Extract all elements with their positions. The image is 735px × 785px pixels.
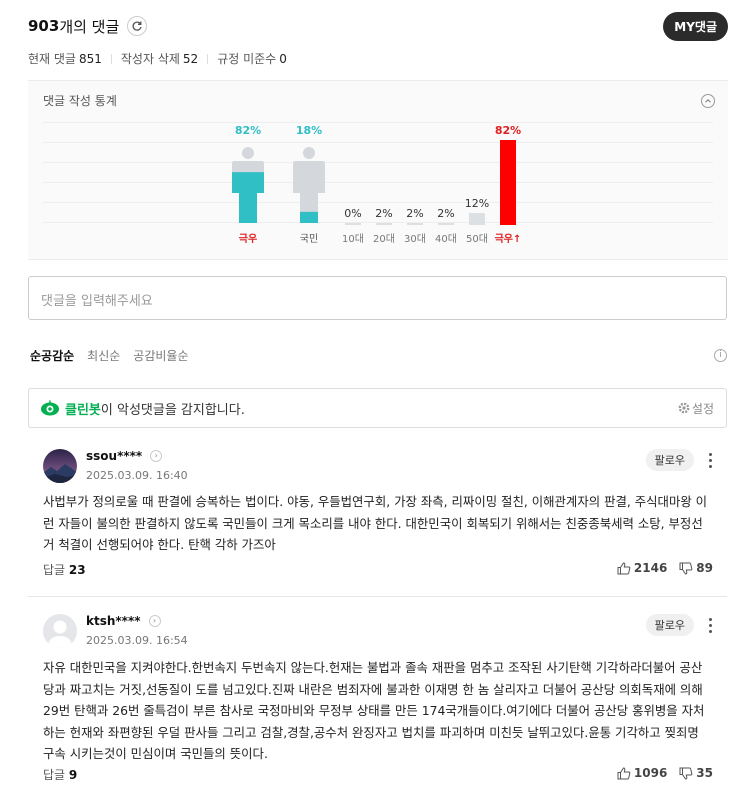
current-label: 현재 댓글	[28, 52, 76, 66]
reply-button[interactable]: 답글 23	[43, 561, 86, 578]
avatar[interactable]	[43, 614, 77, 648]
comment-divider	[28, 596, 727, 597]
more-options-icon[interactable]	[708, 616, 712, 634]
reply-button[interactable]: 답글 9	[43, 766, 77, 783]
gender-label-2: 국민	[299, 234, 319, 245]
cleanbot-banner: 클린봇 이 악성댓글을 감지합니다. 설정	[28, 388, 727, 428]
comment-title: 개의 댓글	[59, 17, 120, 36]
comment-item: ssou**** › 2025.03.09. 16:40 팔로우 사법부가 정의…	[28, 449, 727, 579]
divider	[207, 53, 209, 64]
gridline	[43, 202, 713, 203]
gridline	[43, 162, 713, 163]
gender-pct-1: 82%	[234, 124, 262, 137]
comment-stats-panel: 댓글 작성 통계 82% 극우 18% 국민 0% 10대 2% 20대 2% 30대 2%…	[28, 80, 728, 260]
age-bar	[345, 223, 361, 225]
comment-summary: 현재 댓글 851 작성자 삭제 52 규정 미준수 0	[28, 50, 287, 67]
deleted-value: 52	[182, 51, 199, 66]
username-text: ssou****	[86, 449, 143, 463]
comment-header: 903 개의 댓글	[28, 12, 148, 40]
like-count: 2146	[633, 561, 668, 575]
comment-count: 903	[28, 17, 60, 35]
cleanbot-message: 이 악성댓글을 감지합니다.	[100, 402, 245, 418]
divider	[110, 53, 112, 64]
username[interactable]: ssou**** ›	[86, 449, 163, 463]
gridline	[43, 142, 713, 143]
more-options-icon[interactable]	[708, 451, 712, 469]
dislike-count: 35	[696, 766, 713, 780]
thumbs-up-icon	[617, 561, 631, 574]
gender-label-1: 극우	[238, 234, 258, 245]
sort-tab-sympathy[interactable]: 순공감순	[30, 347, 74, 364]
follow-button[interactable]: 팔로우	[645, 614, 694, 636]
info-icon[interactable]: i	[714, 349, 727, 362]
username[interactable]: ktsh**** ›	[86, 614, 161, 628]
collapse-icon[interactable]	[701, 94, 715, 108]
comment-date: 2025.03.09. 16:40	[86, 469, 188, 482]
reply-count: 9	[68, 768, 78, 782]
age-label: 극우↑	[494, 234, 522, 245]
username-text: ktsh****	[86, 614, 141, 628]
gear-icon	[678, 402, 690, 414]
comment-text: 자유 대한민국을 지켜야한다.한번속지 두번속지 않는다.헌재는 불법과 졸속 …	[43, 660, 705, 761]
my-comments-button[interactable]: MY댓글	[663, 12, 728, 41]
age-bar	[469, 212, 485, 225]
cleanbot-setting-button[interactable]: 설정	[678, 400, 714, 417]
gridline	[43, 122, 713, 123]
setting-label: 설정	[691, 401, 714, 416]
comment-text: 사법부가 정의로울 때 판결에 승복하는 법이다. 야동, 우들법연구회, 가장…	[43, 494, 708, 552]
reply-label: 답글	[43, 563, 66, 577]
person-figure-icon	[232, 147, 264, 223]
deleted-label: 작성자 삭제	[120, 52, 180, 66]
age-pct: 82%	[494, 124, 522, 137]
dislike-count: 89	[696, 561, 713, 575]
dislike-button[interactable]: 35	[679, 766, 713, 780]
follow-button[interactable]: 팔로우	[645, 449, 694, 471]
age-bar	[500, 140, 516, 225]
sort-tab-ratio[interactable]: 공감비율순	[133, 347, 188, 364]
age-bar	[376, 222, 392, 225]
stats-title: 댓글 작성 통계	[43, 94, 117, 108]
gridline	[43, 182, 713, 183]
age-bar	[438, 222, 454, 225]
reply-label: 답글	[43, 768, 66, 782]
thumbs-up-icon	[617, 766, 631, 779]
thumbs-down-icon	[679, 562, 693, 575]
sort-tabs: 순공감순 최신순 공감비율순	[30, 347, 202, 364]
comment-item: ktsh**** › 2025.03.09. 16:54 팔로우 자유 대한민국…	[28, 614, 727, 785]
comment-input[interactable]: 댓글을 입력해주세요	[28, 276, 727, 320]
thumbs-down-icon	[679, 767, 693, 780]
violation-label: 규정 미준수	[217, 52, 277, 66]
cleanbot-icon	[41, 400, 59, 416]
sort-tab-latest[interactable]: 최신순	[87, 347, 120, 364]
like-count: 1096	[633, 766, 668, 780]
gender-pct-2: 18%	[295, 124, 323, 137]
violation-value: 0	[279, 51, 287, 66]
refresh-icon[interactable]	[127, 16, 148, 36]
reaction-bar: 2146 89	[617, 561, 713, 575]
like-button[interactable]: 1096	[617, 766, 667, 780]
reply-count: 23	[68, 563, 86, 577]
avatar[interactable]	[43, 449, 77, 483]
comment-date: 2025.03.09. 16:54	[86, 634, 188, 647]
dislike-button[interactable]: 89	[679, 561, 713, 575]
chevron-right-icon[interactable]: ›	[148, 615, 161, 627]
reaction-bar: 1096 35	[617, 766, 713, 780]
current-value: 851	[78, 51, 102, 66]
like-button[interactable]: 2146	[617, 561, 667, 575]
age-bar	[407, 222, 423, 225]
cleanbot-name: 클린봇	[65, 402, 101, 418]
chevron-right-icon[interactable]: ›	[150, 450, 163, 462]
age-pct: 12%	[464, 196, 490, 210]
person-figure-icon	[293, 147, 325, 223]
